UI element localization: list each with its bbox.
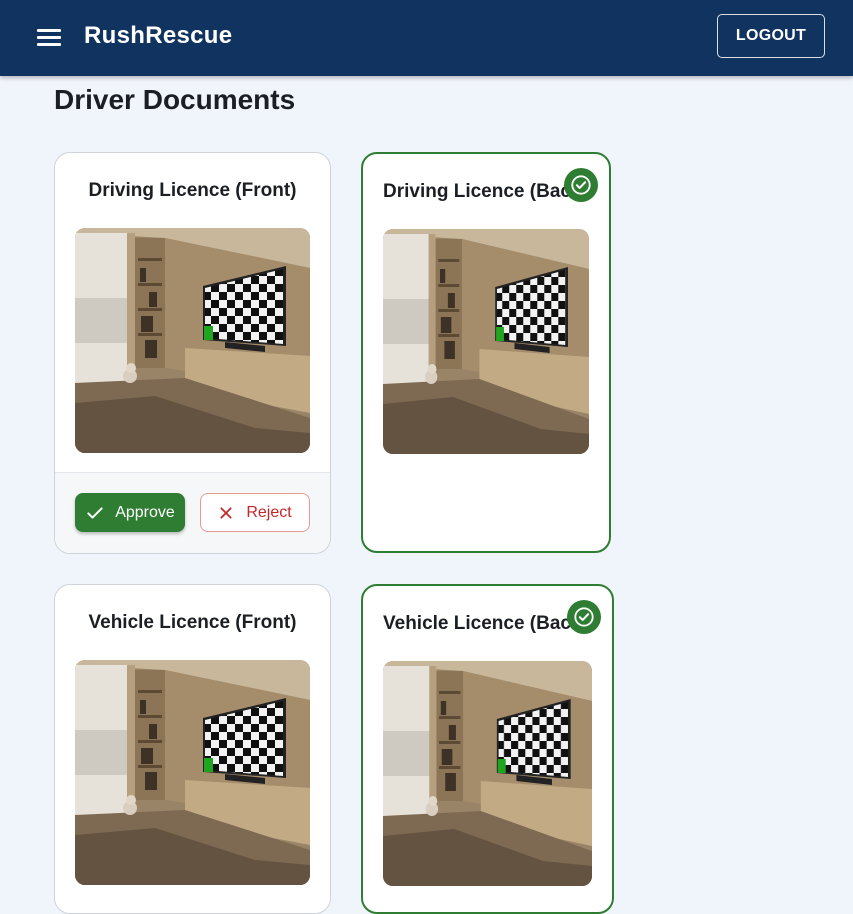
document-card-vehicle-licence-back: Vehicle Licence (Back) bbox=[361, 584, 614, 914]
approve-button[interactable]: Approve bbox=[75, 493, 185, 532]
approve-label: Approve bbox=[115, 503, 175, 521]
app-bar: RushRescue LOGOUT bbox=[0, 0, 853, 76]
app-title: RushRescue bbox=[84, 22, 233, 49]
reject-label: Reject bbox=[246, 503, 292, 521]
document-image[interactable] bbox=[75, 660, 310, 885]
menu-button[interactable] bbox=[34, 24, 64, 52]
document-image[interactable] bbox=[383, 229, 589, 454]
check-circle-icon bbox=[564, 168, 598, 202]
reject-button[interactable]: Reject bbox=[200, 493, 310, 532]
document-title: Driving Licence (Front) bbox=[88, 180, 297, 201]
document-image[interactable] bbox=[383, 661, 592, 886]
document-image[interactable] bbox=[75, 228, 310, 453]
document-title: Driving Licence (Back) bbox=[383, 181, 579, 202]
check-circle-icon bbox=[567, 600, 601, 634]
logout-button[interactable]: LOGOUT bbox=[717, 14, 825, 58]
close-icon bbox=[218, 505, 234, 521]
menu-icon bbox=[37, 29, 61, 32]
document-title: Vehicle Licence (Front) bbox=[88, 612, 297, 633]
check-icon bbox=[85, 503, 105, 523]
document-card-driving-licence-front: Driving Licence (Front) Approve Reject bbox=[54, 152, 331, 554]
document-card-driving-licence-back: Driving Licence (Back) bbox=[361, 152, 611, 553]
card-actions: Approve Reject bbox=[55, 472, 330, 553]
page-title: Driver Documents bbox=[54, 84, 296, 115]
document-card-vehicle-licence-front: Vehicle Licence (Front) bbox=[54, 584, 331, 914]
document-title: Vehicle Licence (Back) bbox=[383, 613, 579, 634]
